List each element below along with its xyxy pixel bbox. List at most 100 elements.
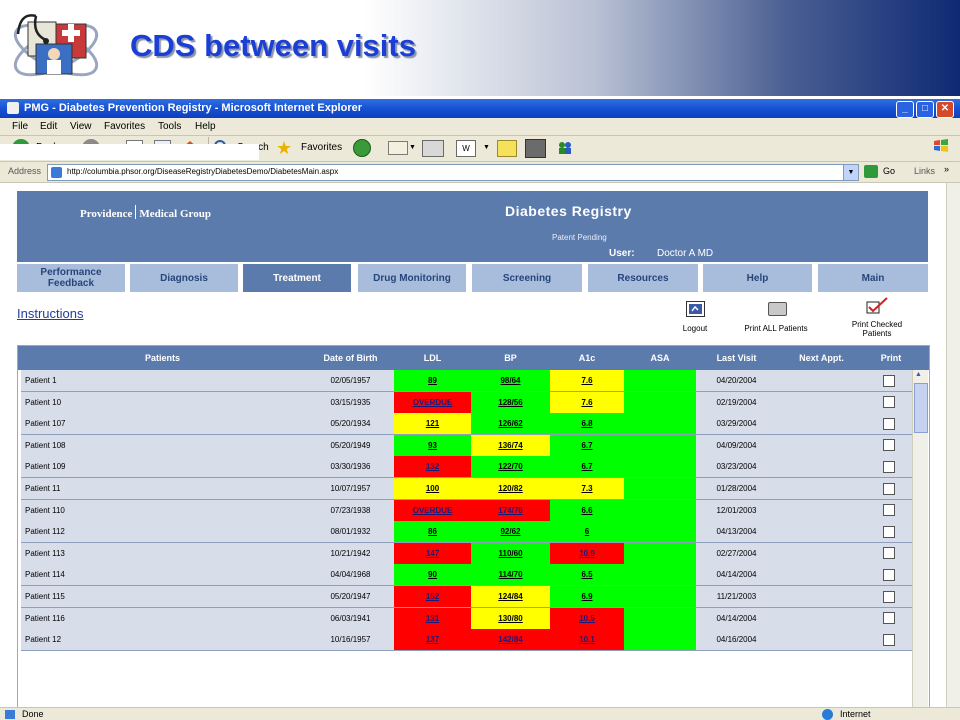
a1c-value[interactable]: 10.5 <box>550 607 624 629</box>
print-checked-link[interactable]: Print Checked Patients <box>838 320 916 338</box>
print-checkbox[interactable] <box>883 396 895 409</box>
bp-value[interactable]: 174/78 <box>471 499 550 521</box>
ldl-value[interactable]: 131 <box>394 607 471 629</box>
patient-name[interactable]: Patient 1 <box>21 370 307 391</box>
edit-dropdown-icon[interactable]: ▼ <box>483 138 490 158</box>
col-print[interactable]: Print <box>866 346 916 370</box>
col-dob[interactable]: Date of Birth <box>307 346 394 370</box>
menu-favorites[interactable]: Favorites <box>104 121 145 132</box>
col-patients[interactable]: Patients <box>18 346 307 370</box>
print-checkbox[interactable] <box>883 547 895 560</box>
patient-name[interactable]: Patient 110 <box>21 499 307 521</box>
tab-performance-feedback[interactable]: Performance Feedback <box>17 264 125 292</box>
print-checkbox[interactable] <box>883 525 895 538</box>
bp-value[interactable]: 98/64 <box>471 370 550 391</box>
a1c-value[interactable]: 6.9 <box>550 586 624 607</box>
print-all-link[interactable]: Print ALL Patients <box>730 324 822 333</box>
bp-value[interactable]: 110/60 <box>471 542 550 564</box>
edit-word-icon[interactable]: W <box>456 140 476 157</box>
bp-value[interactable]: 92/62 <box>471 521 550 543</box>
a1c-value[interactable]: 10.1 <box>550 629 624 651</box>
a1c-value[interactable]: 7.6 <box>550 391 624 413</box>
page-scrollbar[interactable] <box>946 183 960 707</box>
menu-tools[interactable]: Tools <box>158 121 181 132</box>
print-checkbox[interactable] <box>883 460 895 473</box>
ldl-value[interactable]: 89 <box>394 370 471 391</box>
messenger-icon[interactable] <box>556 139 574 156</box>
col-asa[interactable]: ASA <box>624 346 696 370</box>
table-scrollbar[interactable]: ▲ ▼ <box>912 370 928 707</box>
ldl-value[interactable]: OVERDUE <box>394 499 471 521</box>
col-ldl[interactable]: LDL <box>394 346 471 370</box>
discuss-icon[interactable] <box>497 140 517 157</box>
a1c-value[interactable]: 6.7 <box>550 434 624 456</box>
links-chevron-icon[interactable]: » <box>944 164 949 174</box>
col-bp[interactable]: BP <box>471 346 550 370</box>
ldl-value[interactable]: 152 <box>394 586 471 607</box>
go-button[interactable]: Go <box>883 166 895 176</box>
logout-link[interactable]: Logout <box>670 324 720 333</box>
patient-name[interactable]: Patient 115 <box>21 586 307 607</box>
bp-value[interactable]: 128/56 <box>471 391 550 413</box>
instructions-link[interactable]: Instructions <box>17 306 83 321</box>
print-checkbox[interactable] <box>883 504 895 517</box>
tab-help[interactable]: Help <box>703 264 812 292</box>
mail-icon[interactable] <box>388 141 408 155</box>
a1c-value[interactable]: 6.5 <box>550 564 624 586</box>
tab-main[interactable]: Main <box>818 264 928 292</box>
ldl-value[interactable]: 137 <box>394 629 471 651</box>
bp-value[interactable]: 136/74 <box>471 434 550 456</box>
patient-name[interactable]: Patient 109 <box>21 456 307 478</box>
tab-resources[interactable]: Resources <box>588 264 698 292</box>
ldl-value[interactable]: 93 <box>394 434 471 456</box>
print-checkbox[interactable] <box>883 374 895 387</box>
bp-value[interactable]: 124/84 <box>471 586 550 607</box>
maximize-button[interactable]: □ <box>916 101 934 118</box>
print-checkbox[interactable] <box>883 590 895 603</box>
mail-dropdown-icon[interactable]: ▼ <box>409 138 416 158</box>
menu-file[interactable]: File <box>12 121 28 132</box>
menu-help[interactable]: Help <box>195 121 216 132</box>
menu-edit[interactable]: Edit <box>40 121 57 132</box>
ldl-value[interactable]: 132 <box>394 456 471 478</box>
tab-treatment[interactable]: Treatment <box>243 264 351 292</box>
patient-name[interactable]: Patient 108 <box>21 434 307 456</box>
history-icon[interactable] <box>353 139 371 157</box>
col-next-appt[interactable]: Next Appt. <box>777 346 866 370</box>
patient-name[interactable]: Patient 114 <box>21 564 307 586</box>
print-checkbox[interactable] <box>883 568 895 581</box>
print-checkbox[interactable] <box>883 439 895 452</box>
minimize-button[interactable]: _ <box>896 101 914 118</box>
print-checkbox[interactable] <box>883 633 895 646</box>
ldl-value[interactable]: 100 <box>394 478 471 499</box>
patient-name[interactable]: Patient 107 <box>21 413 307 435</box>
patient-name[interactable]: Patient 113 <box>21 542 307 564</box>
col-a1c[interactable]: A1c <box>550 346 624 370</box>
a1c-value[interactable]: 6.6 <box>550 499 624 521</box>
bp-value[interactable]: 122/70 <box>471 456 550 478</box>
favorites-star-icon[interactable]: ★ <box>276 138 292 158</box>
scroll-up-icon[interactable]: ▲ <box>915 371 922 378</box>
bp-value[interactable]: 120/82 <box>471 478 550 499</box>
tab-diagnosis[interactable]: Diagnosis <box>130 264 238 292</box>
patient-name[interactable]: Patient 116 <box>21 607 307 629</box>
patient-name[interactable]: Patient 12 <box>21 629 307 651</box>
bp-value[interactable]: 114/70 <box>471 564 550 586</box>
a1c-value[interactable]: 6.8 <box>550 413 624 435</box>
ldl-value[interactable]: 121 <box>394 413 471 435</box>
links-button[interactable]: Links <box>914 166 935 176</box>
col-last-visit[interactable]: Last Visit <box>696 346 777 370</box>
patient-name[interactable]: Patient 10 <box>21 391 307 413</box>
logout-icon[interactable] <box>686 301 705 317</box>
patient-name[interactable]: Patient 112 <box>21 521 307 543</box>
bp-value[interactable]: 126/62 <box>471 413 550 435</box>
ldl-value[interactable]: 86 <box>394 521 471 543</box>
print-icon[interactable] <box>422 140 444 157</box>
bp-value[interactable]: 142/84 <box>471 629 550 651</box>
print-checked-icon[interactable] <box>865 297 889 315</box>
print-checkbox[interactable] <box>883 417 895 430</box>
a1c-value[interactable]: 6.7 <box>550 456 624 478</box>
print-checkbox[interactable] <box>883 482 895 495</box>
print-checkbox[interactable] <box>883 612 895 625</box>
print-all-icon[interactable] <box>768 302 787 316</box>
